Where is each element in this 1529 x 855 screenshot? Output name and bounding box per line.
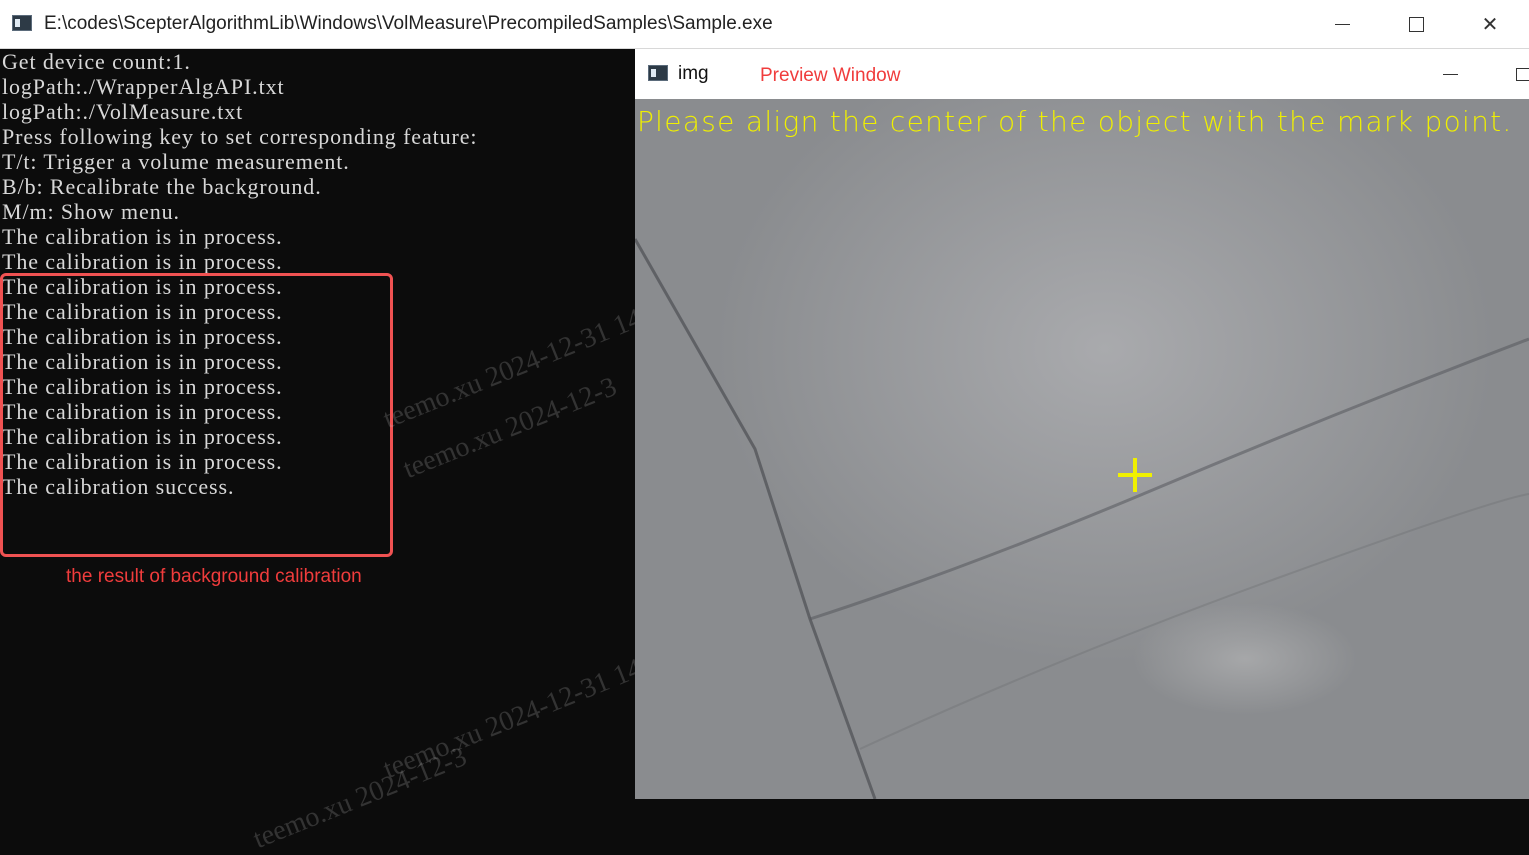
preview-title-bar[interactable]: img Preview Window — [635, 49, 1529, 99]
preview-maximize-icon[interactable] — [1516, 68, 1529, 81]
close-icon: ✕ — [1481, 12, 1499, 36]
console-line: The calibration is in process. — [2, 249, 283, 274]
console-title-bar[interactable]: E:\codes\ScepterAlgorithmLib\Windows\Vol… — [0, 0, 1529, 49]
close-button[interactable]: ✕ — [1453, 0, 1527, 48]
console-line: T/t: Trigger a volume measurement. — [2, 149, 350, 174]
preview-app-icon — [648, 65, 668, 81]
preview-window-title: img — [678, 63, 709, 84]
console-line: logPath:./VolMeasure.txt — [2, 99, 244, 124]
console-app-icon — [12, 15, 32, 31]
camera-preview: Please align the center of the object wi… — [635, 99, 1529, 799]
console-line: M/m: Show menu. — [2, 199, 180, 224]
console-line: The calibration is in process. — [2, 224, 283, 249]
preview-window[interactable]: img Preview Window Please align the cent… — [635, 49, 1529, 799]
calibration-highlight-box — [0, 273, 393, 557]
watermark: teemo.xu 2024-12-31 14: — [378, 649, 654, 785]
mark-point-icon — [1118, 458, 1152, 492]
console-window-title: E:\codes\ScepterAlgorithmLib\Windows\Vol… — [44, 13, 773, 34]
preview-window-annotation: Preview Window — [760, 65, 901, 86]
preview-minimize-icon[interactable] — [1443, 74, 1458, 75]
console-line: logPath:./WrapperAlgAPI.txt — [2, 74, 285, 99]
minimize-icon — [1334, 23, 1350, 25]
floor-tile-lines — [635, 238, 1529, 799]
minimize-button[interactable] — [1305, 0, 1379, 48]
maximize-button[interactable] — [1379, 0, 1453, 48]
calibration-annotation: the result of background calibration — [66, 566, 362, 587]
console-line: Press following key to set corresponding… — [2, 124, 478, 149]
alignment-instruction: Please align the center of the object wi… — [637, 105, 1513, 138]
watermark: teemo.xu 2024-12-3 — [248, 741, 472, 855]
console-output[interactable]: Get device count:1. logPath:./WrapperAlg… — [0, 49, 654, 855]
maximize-icon — [1408, 16, 1424, 32]
console-line: B/b: Recalibrate the background. — [2, 174, 322, 199]
console-line: Get device count:1. — [2, 49, 191, 74]
